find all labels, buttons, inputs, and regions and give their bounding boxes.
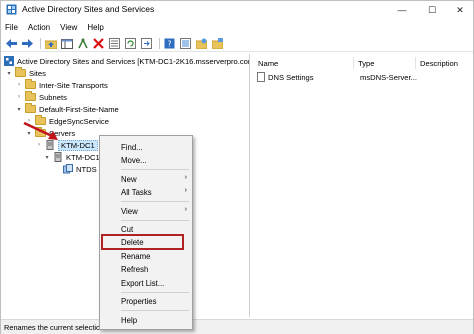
console-tree-icon[interactable] — [60, 37, 73, 50]
menu-item-new[interactable]: New › — [100, 173, 192, 185]
folder-icon — [25, 91, 36, 101]
export-icon[interactable] — [140, 37, 153, 50]
menu-file[interactable]: File — [5, 23, 18, 32]
submenu-arrow-icon: › — [184, 187, 187, 194]
tree-inter-site-label: Inter-Site Transports — [39, 80, 108, 90]
refresh-icon[interactable] — [124, 37, 137, 50]
tree-item-ntds[interactable]: NTDS — [63, 163, 97, 175]
svg-text:?: ? — [167, 40, 171, 49]
collapse-chevron-icon[interactable]: ▾ — [15, 105, 23, 113]
annotation-arrow-icon — [23, 121, 58, 140]
tree-ntds-label: NTDS — [76, 164, 97, 174]
tree-item-subnets[interactable]: › Subnets — [15, 91, 67, 103]
collapse-chevron-icon[interactable]: ▾ — [43, 153, 51, 161]
help-icon[interactable]: ? — [163, 37, 176, 50]
menu-view[interactable]: View — [60, 23, 77, 32]
menu-separator — [121, 220, 189, 221]
tree-item-root[interactable]: Active Directory Sites and Services [KTM… — [4, 55, 250, 67]
menu-separator — [121, 310, 189, 311]
menu-item-move[interactable]: Move... — [100, 154, 192, 166]
column-header-type[interactable]: Type — [354, 57, 416, 69]
list-item-type: msDNS-Server... — [360, 72, 417, 82]
tree-item-sites[interactable]: ▾ Sites — [5, 67, 46, 79]
status-text: Renames the current selectio — [4, 322, 101, 332]
ntds-settings-icon — [63, 164, 73, 174]
list-item-name: DNS Settings — [268, 72, 314, 82]
folder-icon — [25, 103, 36, 113]
menu-bar: File Action View Help — [1, 20, 473, 35]
folder-icon — [15, 67, 26, 77]
dns-settings-icon — [257, 72, 265, 82]
toolbar-separator — [40, 38, 41, 49]
tree-item-inter-site-transports[interactable]: › Inter-Site Transports — [15, 79, 108, 91]
minimize-icon: — — [397, 5, 407, 15]
back-icon[interactable] — [5, 37, 18, 50]
tree-ktm-dc1-label: KTM-DC1 — [58, 139, 98, 151]
close-button[interactable]: ✕ — [447, 1, 473, 19]
status-bar: Renames the current selectio — [1, 319, 473, 334]
menu-item-view[interactable]: View › — [100, 205, 192, 217]
tree-ktm-dc1-second-label: KTM-DC1 — [66, 152, 100, 162]
menu-item-export-list[interactable]: Export List... — [100, 277, 192, 289]
tree-item-default-first-site[interactable]: ▾ Default-First-Site-Name — [15, 103, 119, 115]
maximize-icon: ☐ — [427, 4, 437, 15]
window-title: Active Directory Sites and Services — [22, 4, 155, 14]
column-header-description[interactable]: Description — [416, 57, 472, 69]
toolbar-separator — [159, 38, 160, 49]
context-menu: Find... Move... New › All Tasks › View › Cu… — [99, 135, 193, 330]
properties-icon[interactable] — [108, 37, 121, 50]
up-folder-icon[interactable] — [44, 37, 57, 50]
connect-icon[interactable] — [76, 37, 89, 50]
annotation-highlight-box — [101, 234, 184, 250]
menu-item-properties[interactable]: Properties — [100, 295, 192, 307]
menu-item-refresh[interactable]: Refresh — [100, 263, 192, 275]
details-pane[interactable]: Name Type Description DNS Settings msDNS… — [252, 54, 473, 317]
app-window: Active Directory Sites and Services — ☐ … — [0, 0, 474, 334]
new-site-icon[interactable] — [195, 37, 208, 50]
expand-chevron-icon[interactable]: › — [15, 81, 23, 89]
ad-sites-root-icon — [4, 56, 14, 66]
ad-sites-app-icon — [6, 4, 17, 15]
toolbar: ? — [1, 36, 473, 52]
expand-chevron-icon[interactable]: › — [15, 93, 23, 101]
menu-separator — [121, 292, 189, 293]
menu-help[interactable]: Help — [87, 23, 103, 32]
menu-action[interactable]: Action — [28, 23, 50, 32]
tree-sites-label: Sites — [29, 68, 46, 78]
collapse-chevron-icon[interactable]: ▾ — [5, 69, 13, 77]
title-bar: Active Directory Sites and Services — ☐ … — [1, 1, 473, 19]
close-icon: ✕ — [456, 4, 464, 15]
menu-separator — [121, 169, 189, 170]
server-icon — [54, 152, 62, 162]
forward-icon[interactable] — [21, 37, 34, 50]
column-header-name[interactable]: Name — [254, 57, 354, 69]
menu-item-find[interactable]: Find... — [100, 141, 192, 153]
tree-subnets-label: Subnets — [39, 92, 67, 102]
help-topics-icon[interactable] — [179, 37, 192, 50]
folder-icon — [25, 79, 36, 89]
maximize-button[interactable]: ☐ — [419, 1, 445, 19]
delete-icon[interactable] — [92, 37, 105, 50]
menu-item-help[interactable]: Help — [100, 314, 192, 326]
menu-item-rename[interactable]: Rename — [100, 250, 192, 262]
tree-default-site-label: Default-First-Site-Name — [39, 104, 119, 114]
tree-item-ktm-dc1[interactable]: ▾ KTM-DC1 — [43, 151, 100, 163]
minimize-button[interactable]: — — [389, 1, 415, 19]
submenu-arrow-icon: › — [184, 174, 187, 181]
menu-item-all-tasks[interactable]: All Tasks › — [100, 186, 192, 198]
list-item[interactable]: DNS Settings msDNS-Server... — [257, 71, 467, 83]
tree-root-label: Active Directory Sites and Services [KTM… — [17, 56, 250, 66]
new-subnet-icon[interactable] — [211, 37, 224, 50]
menu-separator — [121, 201, 189, 202]
submenu-arrow-icon: › — [184, 206, 187, 213]
